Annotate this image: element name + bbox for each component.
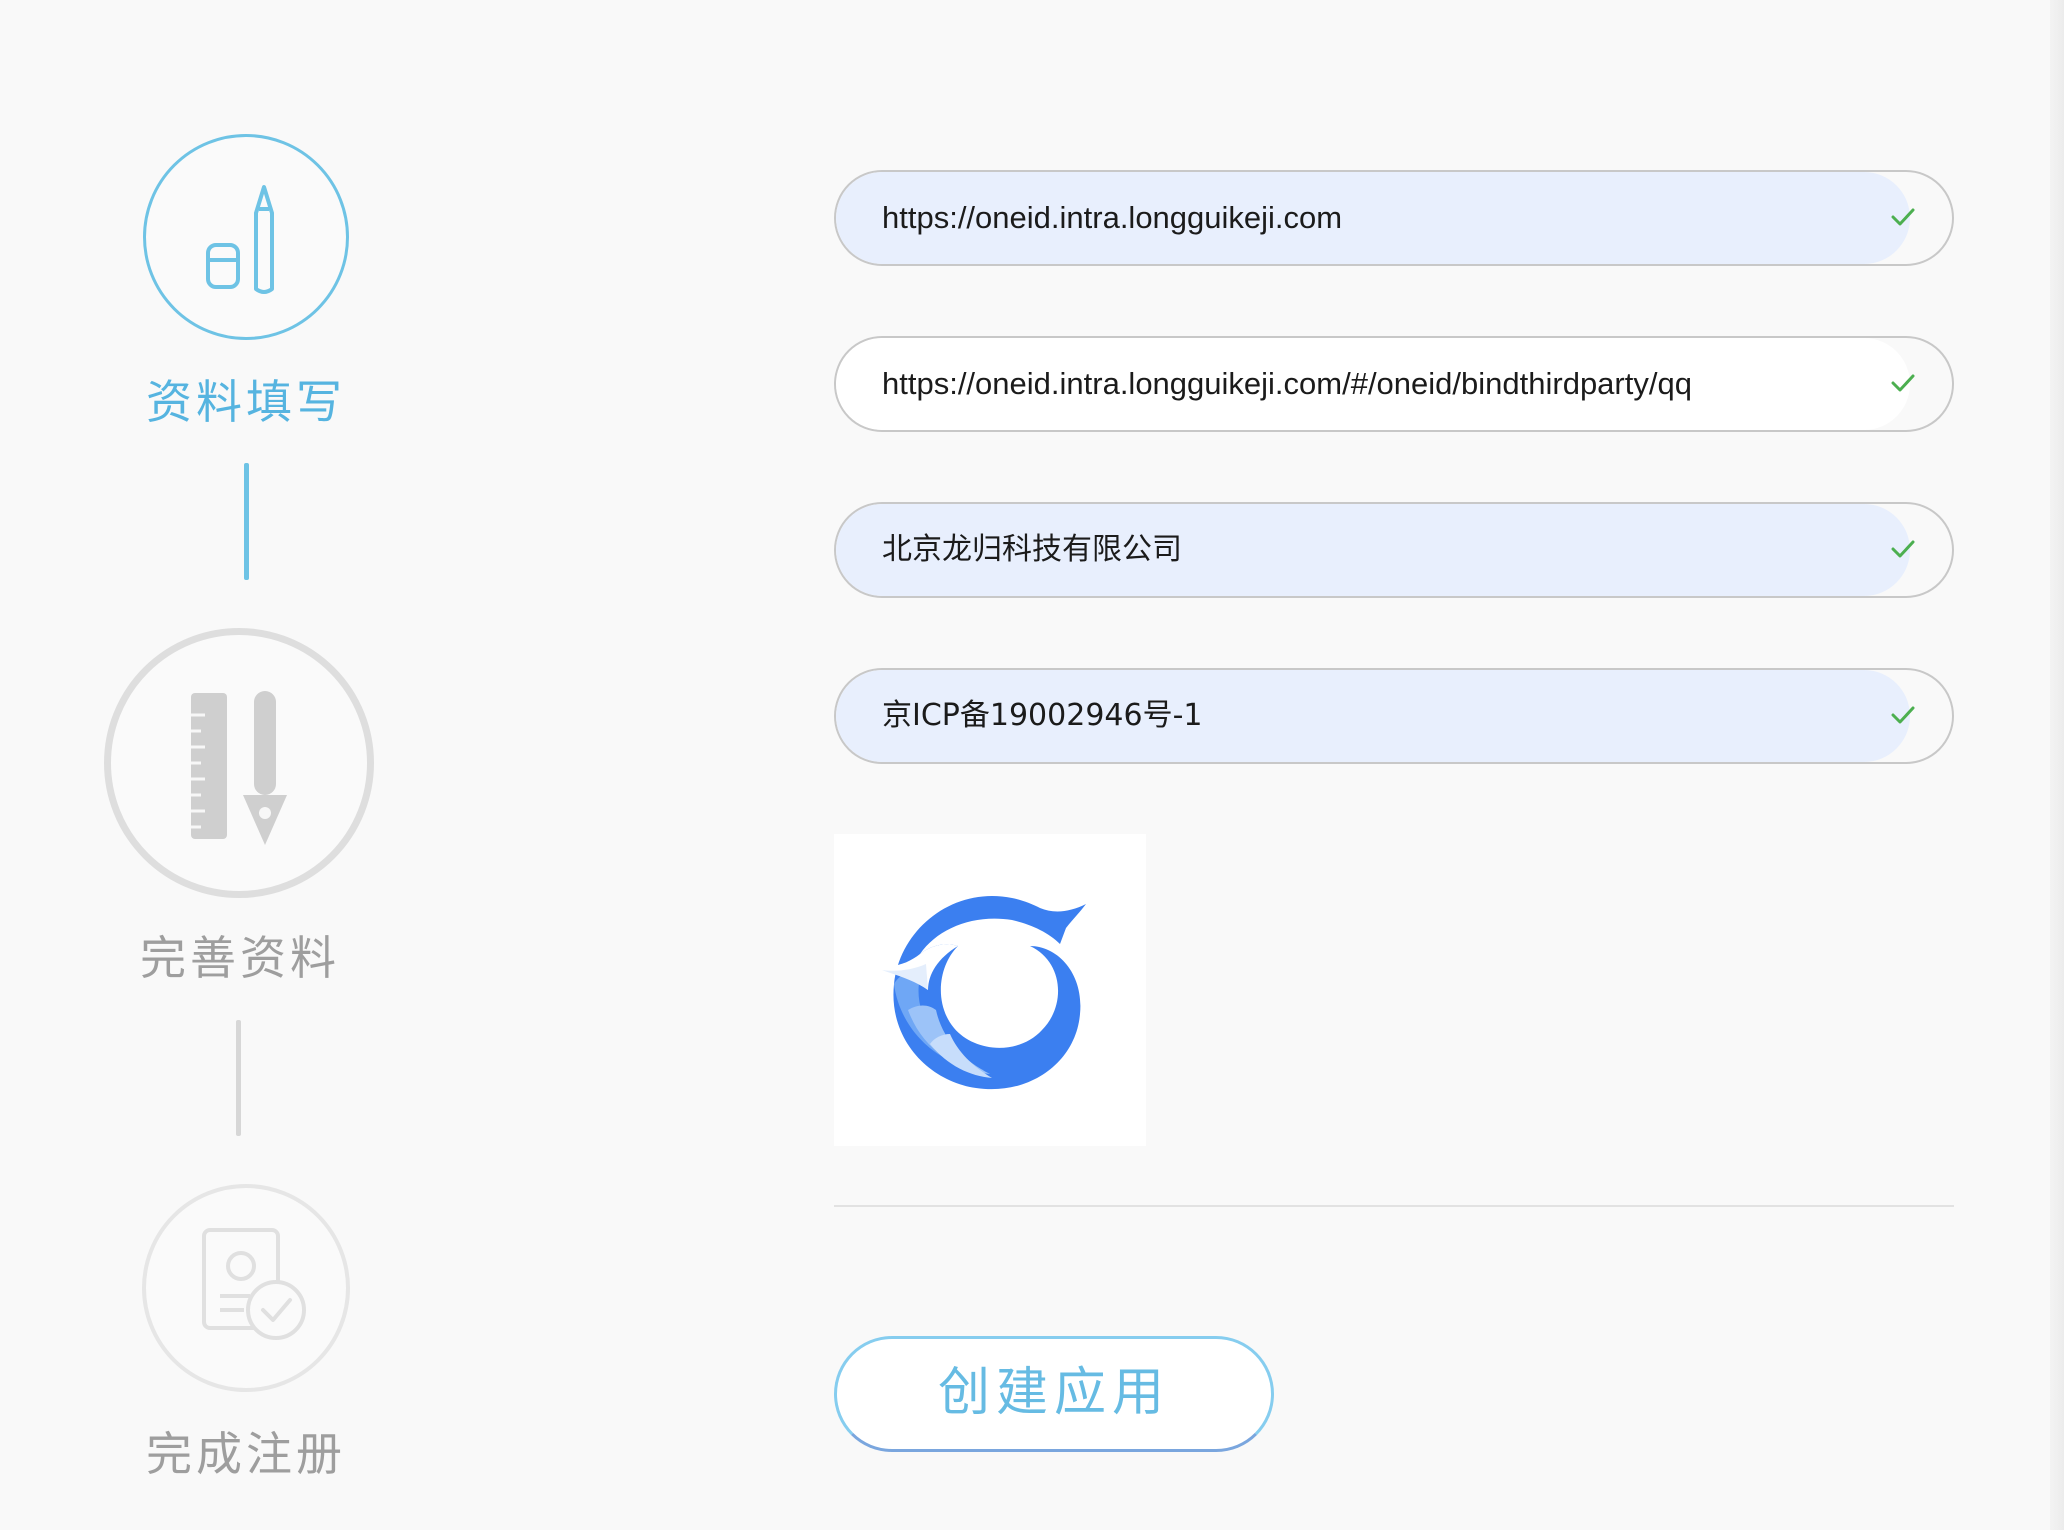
callback-url-value: https://oneid.intra.longguikeji.com/#/on… bbox=[882, 366, 1692, 401]
icp-number-field[interactable]: 京ICP备19002946号-1 bbox=[834, 668, 1954, 764]
profile-check-icon bbox=[202, 1228, 306, 1340]
window-edge bbox=[2050, 0, 2064, 1530]
icp-number-value: 京ICP备19002946号-1 bbox=[882, 698, 1203, 733]
website-url-field[interactable]: https://oneid.intra.longguikeji.com bbox=[834, 170, 1954, 266]
form-divider bbox=[834, 1205, 1954, 1207]
check-icon bbox=[1891, 374, 1915, 392]
check-icon bbox=[1891, 540, 1915, 558]
step-2-circle bbox=[104, 628, 374, 898]
step-connector-2 bbox=[236, 1020, 241, 1136]
pencil-eraser-icon bbox=[206, 185, 274, 294]
ruler-pen-icon bbox=[191, 691, 287, 845]
app-logo-icon bbox=[880, 895, 1086, 1090]
step-3-circle bbox=[142, 1184, 350, 1392]
callback-url-field[interactable]: https://oneid.intra.longguikeji.com/#/on… bbox=[834, 336, 1954, 432]
step-1-label: 资料填写 bbox=[146, 375, 346, 429]
company-name-value: 北京龙归科技有限公司 bbox=[882, 532, 1182, 567]
check-icon bbox=[1891, 208, 1915, 226]
step-3-label: 完成注册 bbox=[146, 1427, 346, 1481]
step-connector-1 bbox=[244, 463, 249, 580]
create-app-button[interactable]: 创建应用 bbox=[834, 1336, 1274, 1452]
step-2-label: 完善资料 bbox=[140, 931, 340, 985]
step-1-circle bbox=[143, 134, 349, 340]
check-icon bbox=[1891, 706, 1915, 724]
website-url-value: https://oneid.intra.longguikeji.com bbox=[882, 200, 1343, 235]
logo-upload[interactable] bbox=[834, 834, 1146, 1146]
company-name-field[interactable]: 北京龙归科技有限公司 bbox=[834, 502, 1954, 598]
